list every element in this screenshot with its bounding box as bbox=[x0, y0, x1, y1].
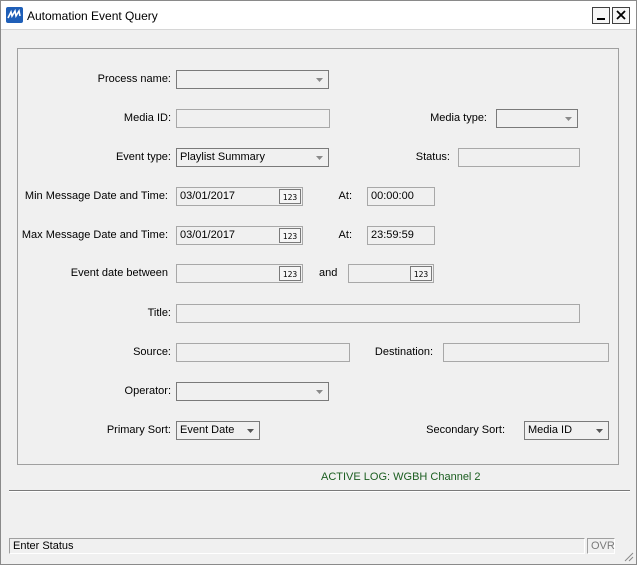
max-time-field[interactable]: 23:59:59 bbox=[367, 226, 435, 245]
svg-text:123: 123 bbox=[283, 270, 298, 279]
svg-text:123: 123 bbox=[283, 232, 298, 241]
minimize-button[interactable] bbox=[592, 7, 610, 24]
status-field[interactable] bbox=[458, 148, 580, 167]
secondary-sort-value: Media ID bbox=[528, 424, 573, 436]
chevron-down-icon[interactable] bbox=[562, 112, 575, 125]
close-icon bbox=[616, 10, 626, 20]
status-label: Status: bbox=[415, 151, 450, 163]
min-date-label: Min Message Date and Time: bbox=[24, 190, 168, 202]
media-type-combo[interactable] bbox=[496, 109, 578, 128]
max-date-field[interactable]: 03/01/2017 123 bbox=[176, 226, 303, 245]
chevron-down-icon[interactable] bbox=[313, 151, 326, 164]
media-type-label: Media type: bbox=[430, 112, 487, 124]
title-label: Title: bbox=[147, 307, 171, 319]
resize-grip-icon[interactable] bbox=[622, 550, 634, 562]
active-log-text: ACTIVE LOG: WGBH Channel 2 bbox=[321, 471, 481, 483]
primary-sort-label: Primary Sort: bbox=[106, 424, 171, 436]
minimize-icon bbox=[597, 18, 605, 20]
secondary-sort-label: Secondary Sort: bbox=[426, 424, 505, 436]
ovr-indicator: OVR bbox=[587, 538, 615, 554]
event-date-and-label: and bbox=[319, 267, 338, 279]
source-field[interactable] bbox=[176, 343, 350, 362]
source-label: Source: bbox=[133, 346, 171, 358]
process-name-label: Process name: bbox=[97, 73, 171, 85]
status-message-panel: Enter Status bbox=[9, 538, 585, 554]
destination-field[interactable] bbox=[443, 343, 609, 362]
chevron-down-icon[interactable] bbox=[593, 424, 606, 437]
event-date-label: Event date between bbox=[70, 267, 168, 279]
media-id-label: Media ID: bbox=[123, 112, 171, 124]
chevron-down-icon[interactable] bbox=[313, 385, 326, 398]
primary-sort-value: Event Date bbox=[180, 424, 235, 436]
destination-label: Destination: bbox=[374, 346, 433, 358]
svg-text:123: 123 bbox=[414, 270, 429, 279]
primary-sort-combo[interactable]: Event Date bbox=[176, 421, 260, 440]
secondary-sort-combo[interactable]: Media ID bbox=[524, 421, 609, 440]
event-date-from-field[interactable]: 123 bbox=[176, 264, 303, 283]
event-date-to-field[interactable]: 123 bbox=[348, 264, 434, 283]
title-field[interactable] bbox=[176, 304, 580, 323]
chevron-down-icon[interactable] bbox=[313, 73, 326, 86]
separator-highlight bbox=[9, 491, 630, 492]
max-date-value: 03/01/2017 bbox=[180, 229, 236, 241]
window-title: Automation Event Query bbox=[27, 9, 158, 23]
min-date-value: 03/01/2017 bbox=[180, 190, 236, 202]
event-type-combo[interactable]: Playlist Summary bbox=[176, 148, 329, 167]
app-logo-icon bbox=[6, 7, 23, 23]
max-date-label: Max Message Date and Time: bbox=[21, 229, 168, 241]
min-time-field[interactable]: 00:00:00 bbox=[367, 187, 435, 206]
min-date-field[interactable]: 03/01/2017 123 bbox=[176, 187, 303, 206]
title-bar[interactable]: Automation Event Query bbox=[1, 1, 636, 30]
min-at-label: At: bbox=[338, 190, 352, 202]
media-id-field[interactable] bbox=[176, 109, 330, 128]
event-type-label: Event type: bbox=[115, 151, 171, 163]
app-window: Automation Event Query Process name: Med… bbox=[0, 0, 637, 565]
process-name-combo[interactable] bbox=[176, 70, 329, 89]
max-at-label: At: bbox=[338, 229, 352, 241]
calendar-icon[interactable]: 123 bbox=[279, 266, 301, 281]
operator-combo[interactable] bbox=[176, 382, 329, 401]
event-type-value: Playlist Summary bbox=[180, 151, 265, 163]
close-button[interactable] bbox=[612, 7, 630, 24]
operator-label: Operator: bbox=[124, 385, 171, 397]
calendar-icon[interactable]: 123 bbox=[279, 189, 301, 204]
calendar-icon[interactable]: 123 bbox=[410, 266, 432, 281]
chevron-down-icon[interactable] bbox=[244, 424, 257, 437]
calendar-icon[interactable]: 123 bbox=[279, 228, 301, 243]
svg-text:123: 123 bbox=[283, 193, 298, 202]
